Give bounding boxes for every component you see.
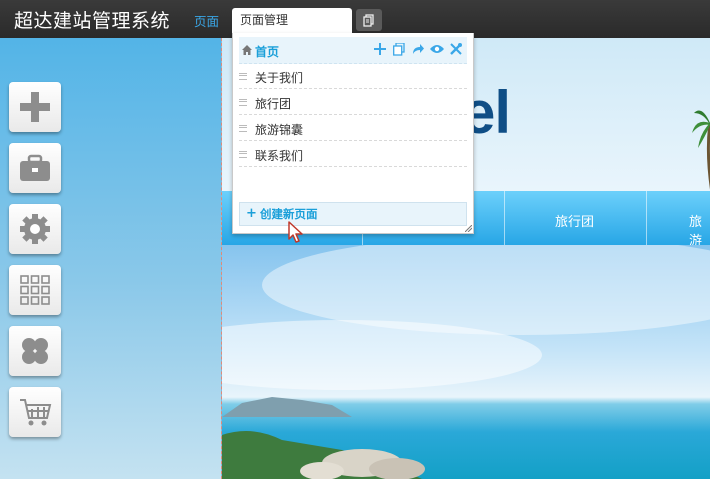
eye-icon — [430, 45, 444, 53]
page-row[interactable]: 联系我们 — [239, 142, 467, 167]
site-nav-item-travel[interactable]: 旅游 — [689, 211, 710, 245]
gear-icon — [20, 214, 50, 244]
page-actions — [373, 42, 463, 56]
add-icon — [20, 92, 50, 122]
nav-separator — [646, 191, 647, 245]
page-label: 关于我们 — [255, 71, 304, 85]
clover-icon — [22, 338, 48, 364]
nav-separator — [504, 191, 505, 245]
toggle-visibility-button[interactable] — [430, 42, 444, 56]
settings-button[interactable] — [9, 204, 61, 254]
page-label: 旅游锦囊 — [255, 123, 304, 137]
page-row-home[interactable]: 首页 — [239, 37, 467, 64]
hero-banner — [222, 245, 710, 479]
share-arrow-icon — [413, 44, 424, 54]
page-row[interactable]: 旅行团 — [239, 90, 467, 115]
shop-button[interactable] — [9, 387, 61, 437]
app-title: 超达建站管理系统 — [14, 10, 171, 32]
nav-pages-link[interactable]: 页面 — [194, 11, 219, 30]
tab-page-management[interactable]: 页面管理 — [232, 8, 352, 34]
redirect-page-button[interactable] — [411, 42, 425, 56]
copy-icon — [393, 42, 405, 56]
briefcase-icon — [20, 154, 50, 181]
theme-button[interactable] — [9, 326, 61, 376]
plus-icon: + — [246, 206, 257, 221]
toolbox-button[interactable] — [9, 143, 61, 193]
site-nav-item-tour[interactable]: 旅行团 — [555, 211, 594, 230]
beach-scene — [222, 245, 710, 479]
copy-page-action[interactable] — [392, 42, 406, 56]
page-label-home: 首页 — [255, 45, 280, 59]
page-label: 联系我们 — [255, 149, 304, 163]
resize-handle-icon[interactable] — [465, 225, 472, 232]
copy-page-button[interactable] — [356, 9, 382, 31]
page-row[interactable]: 关于我们 — [239, 64, 467, 89]
plus-icon — [374, 43, 386, 55]
drag-handle-icon[interactable] — [239, 99, 247, 106]
grid-icon — [20, 275, 50, 305]
copy-icon — [363, 14, 374, 27]
palm-tree-icon — [692, 110, 710, 190]
drag-handle-icon[interactable] — [239, 125, 247, 132]
page-management-panel: 首页 关于我们 旅行团 旅游锦囊 联系我们 + 创建新页面 — [232, 33, 474, 234]
drag-handle-icon[interactable] — [239, 73, 247, 80]
add-module-button[interactable] — [9, 82, 61, 132]
apps-button[interactable] — [9, 265, 61, 315]
page-settings-button[interactable] — [449, 42, 463, 56]
create-page-button[interactable]: + 创建新页面 — [239, 202, 467, 226]
drag-handle-icon[interactable] — [239, 151, 247, 158]
page-label: 旅行团 — [255, 97, 292, 111]
tools-icon — [450, 43, 462, 55]
add-subpage-button[interactable] — [373, 42, 387, 56]
mouse-cursor-icon — [288, 221, 303, 243]
home-icon — [242, 45, 252, 55]
page-row[interactable]: 旅游锦囊 — [239, 116, 467, 141]
cart-icon — [20, 399, 52, 426]
